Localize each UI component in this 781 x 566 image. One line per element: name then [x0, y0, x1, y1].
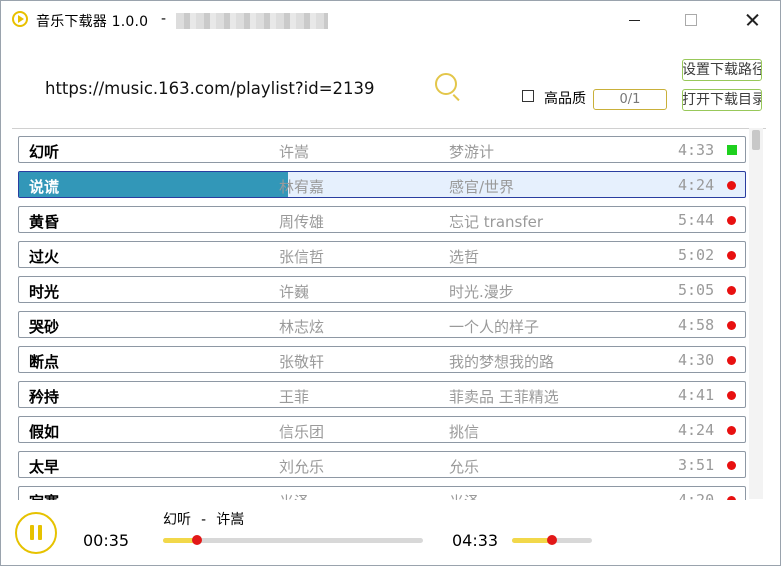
song-duration: 3:51	[678, 456, 715, 474]
status-indicator	[727, 321, 736, 330]
song-album: 一个人的样子	[449, 318, 540, 336]
song-artist: 林宥嘉	[279, 178, 325, 196]
song-name: 哭砂	[29, 318, 60, 336]
song-row-6[interactable]: 断点 张敬轩 我的梦想我的路 4:30	[18, 346, 746, 373]
song-artist: 周传雄	[279, 213, 325, 231]
song-artist: 信乐团	[279, 423, 325, 441]
volume-fill	[512, 538, 552, 543]
redacted-title-suffix	[176, 13, 328, 29]
song-album: 挑信	[449, 423, 480, 441]
song-row-0[interactable]: 幻听 许嵩 梦游计 4:33	[18, 136, 746, 163]
song-list: 幻听 许嵩 梦游计 4:33 说谎 林宥嘉 感官/世界 4:24 黄昏 周传雄 …	[12, 128, 766, 500]
download-progress-fill	[19, 172, 288, 197]
song-name: 说谎	[29, 178, 60, 196]
status-indicator	[727, 461, 736, 470]
close-button[interactable]	[729, 1, 775, 39]
song-artist: 张敬轩	[279, 353, 325, 371]
search-icon[interactable]	[435, 73, 457, 95]
status-indicator	[727, 286, 736, 295]
song-name: 寂寞	[29, 491, 59, 500]
high-quality-label: 高品质	[544, 91, 586, 107]
song-list-scrollbar[interactable]	[749, 128, 763, 499]
open-download-dir-button[interactable]: 打开下载目录	[682, 89, 762, 111]
song-name: 时光	[29, 283, 60, 301]
pause-icon	[38, 525, 42, 540]
song-row-8[interactable]: 假如 信乐团 挑信 4:24	[18, 416, 746, 443]
song-duration: 4:33	[678, 141, 715, 159]
current-time: 00:35	[83, 531, 130, 550]
song-row-7[interactable]: 矜持 王菲 菲卖品 王菲精选 4:41	[18, 381, 746, 408]
minimize-icon	[628, 19, 640, 21]
pause-icon	[30, 525, 34, 540]
now-playing-title: 幻听 - 许嵩	[163, 512, 245, 528]
song-album: 梦游计	[449, 143, 495, 161]
title-separator: -	[161, 11, 167, 27]
window-title: 音乐下载器 1.0.0	[36, 14, 149, 30]
scrollbar-thumb[interactable]	[752, 130, 760, 150]
song-row-3[interactable]: 过火 张信哲 选哲 5:02	[18, 241, 746, 268]
song-row-9[interactable]: 太早 刘允乐 允乐 3:51	[18, 451, 746, 478]
total-time: 04:33	[452, 531, 499, 550]
song-artist: 刘允乐	[279, 458, 325, 476]
song-duration: 4:30	[678, 351, 715, 369]
status-indicator	[727, 496, 736, 500]
maximize-button[interactable]	[668, 1, 714, 39]
song-album: 我的梦想我的路	[449, 353, 555, 371]
status-indicator	[727, 356, 736, 365]
song-album: 时光.漫步	[449, 283, 514, 301]
song-album: 感官/世界	[449, 178, 515, 196]
status-indicator	[727, 426, 736, 435]
minimize-button[interactable]	[611, 1, 657, 39]
song-album: 光泽	[449, 491, 479, 500]
status-indicator	[727, 181, 736, 190]
song-artist: 张信哲	[279, 248, 325, 266]
app-logo-icon	[12, 11, 28, 27]
song-duration: 5:44	[678, 211, 715, 229]
status-indicator	[727, 145, 737, 155]
song-album: 选哲	[449, 248, 480, 266]
song-duration: 5:05	[678, 281, 715, 299]
volume-handle[interactable]	[547, 535, 557, 545]
song-artist: 林志炫	[279, 318, 325, 336]
song-duration: 5:02	[678, 246, 715, 264]
song-name: 幻听	[29, 143, 60, 161]
high-quality-checkbox[interactable]	[522, 90, 534, 102]
song-duration: 4:24	[678, 421, 715, 439]
song-artist: 光泽	[279, 491, 309, 500]
song-duration: 4:41	[678, 386, 715, 404]
status-indicator	[727, 251, 736, 260]
set-download-path-button[interactable]: 设置下载路径	[682, 59, 762, 81]
song-artist: 许巍	[279, 283, 310, 301]
volume-slider[interactable]	[512, 535, 592, 545]
song-name: 黄昏	[29, 213, 60, 231]
pause-button[interactable]	[15, 512, 57, 554]
song-row-2[interactable]: 黄昏 周传雄 忘记 transfer 5:44	[18, 206, 746, 233]
song-name: 假如	[29, 423, 60, 441]
song-row-5[interactable]: 哭砂 林志炫 一个人的样子 4:58	[18, 311, 746, 338]
song-name: 矜持	[29, 388, 60, 406]
song-duration: 4:24	[678, 176, 715, 194]
maximize-icon	[685, 14, 697, 26]
seek-handle[interactable]	[191, 535, 202, 545]
seek-slider[interactable]	[163, 535, 423, 545]
status-indicator	[727, 216, 736, 225]
app-window: 音乐下载器 1.0.0 - https://music.163.com/play…	[0, 0, 781, 566]
song-artist: 许嵩	[279, 143, 310, 161]
song-album: 允乐	[449, 458, 480, 476]
song-artist: 王菲	[279, 388, 310, 406]
song-album: 菲卖品 王菲精选	[449, 388, 559, 406]
url-input[interactable]: https://music.163.com/playlist?id=2139	[45, 79, 395, 98]
title-bar: 音乐下载器 1.0.0 -	[1, 1, 780, 39]
song-album: 忘记 transfer	[449, 213, 544, 231]
song-duration: 4:20	[678, 491, 715, 500]
song-duration: 4:58	[678, 316, 715, 334]
download-counter: 0/1	[593, 89, 667, 110]
song-row-10[interactable]: 寂寞 光泽 光泽 4:20	[18, 486, 746, 500]
song-name: 太早	[29, 458, 60, 476]
song-row-4[interactable]: 时光 许巍 时光.漫步 5:05	[18, 276, 746, 303]
song-name: 断点	[29, 353, 60, 371]
status-indicator	[727, 391, 736, 400]
song-name: 过火	[29, 248, 60, 266]
song-row-1[interactable]: 说谎 林宥嘉 感官/世界 4:24	[18, 171, 746, 198]
